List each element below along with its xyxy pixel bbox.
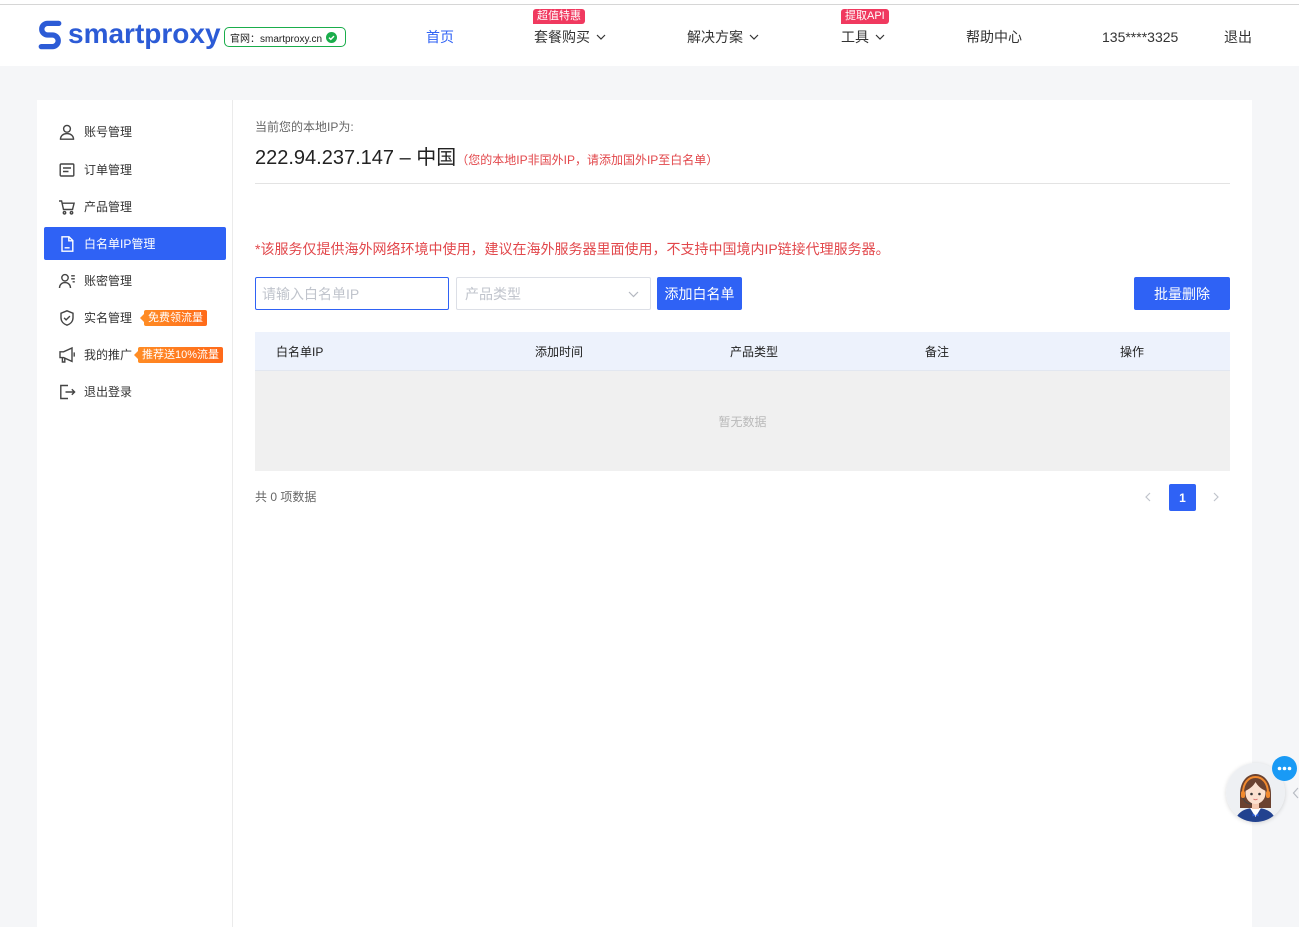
sidebar-item-whitelist-ip[interactable]: 白名单IP管理 [44, 227, 226, 260]
nav-label: 帮助中心 [966, 29, 1022, 45]
chat-panel-toggle[interactable] [1292, 787, 1299, 799]
local-ip-label: 当前您的本地IP为: [255, 120, 354, 134]
chevron-down-icon [875, 34, 885, 40]
order-icon [58, 161, 76, 179]
sidebar-item-label: 我的推广 [84, 348, 133, 362]
main-panel: 账号管理 订单管理 产品管理 白名单IP管理 账密管理 实名管理 免费领流量 我… [37, 100, 1252, 927]
cart-icon [58, 198, 76, 216]
product-type-select[interactable]: 产品类型 [456, 277, 651, 310]
chevron-right-icon [1213, 492, 1219, 502]
pagination-prev[interactable] [1142, 491, 1154, 503]
product-type-placeholder: 产品类型 [465, 285, 521, 302]
verified-check-icon [326, 31, 338, 43]
document-icon [58, 235, 76, 253]
local-ip-row: 222.94.237.147 – 中国 （您的本地IP非国外IP，请添加国外IP… [255, 146, 718, 170]
user-icon [58, 123, 76, 141]
sidebar-item-account[interactable]: 账号管理 [44, 115, 226, 148]
nav-label: 首页 [426, 29, 454, 45]
logout-link[interactable]: 退出 [1224, 27, 1252, 47]
smartproxy-logo[interactable]: smartproxy [36, 18, 221, 50]
whitelist-table: 白名单IP 添加时间 产品类型 备注 操作 暂无数据 [255, 332, 1230, 471]
nav-solutions[interactable]: 解决方案 [687, 27, 759, 47]
nav-label: 套餐购买 [534, 29, 590, 45]
sidebar-item-label: 白名单IP管理 [84, 237, 156, 251]
nav-packages[interactable]: 套餐购买 [534, 27, 606, 47]
nav-badge-api: 提取API [841, 9, 889, 24]
sidebar-item-label: 账号管理 [84, 125, 133, 139]
pagination-next[interactable] [1210, 491, 1222, 503]
sidebar-item-label: 退出登录 [84, 385, 133, 399]
column-header-ip: 白名单IP [276, 344, 324, 359]
megaphone-icon [58, 346, 76, 364]
sidebar-item-label: 账密管理 [84, 274, 133, 288]
nav-label: 工具 [841, 29, 869, 45]
sidebar-item-label: 订单管理 [84, 163, 133, 177]
empty-text: 暂无数据 [718, 414, 767, 429]
column-header-remark: 备注 [925, 344, 950, 359]
sidebar-item-label: 产品管理 [84, 200, 133, 214]
nav-tools[interactable]: 工具 [841, 27, 885, 47]
user-phone-text: 135****3325 [1102, 29, 1179, 45]
local-ip-note: （您的本地IP非国外IP，请添加国外IP至白名单） [456, 153, 719, 167]
chat-bubble-icon[interactable] [1272, 756, 1297, 781]
user-list-icon [58, 272, 76, 290]
official-site-text: 官网：smartproxy.cn [230, 33, 323, 45]
add-whitelist-button[interactable]: 添加白名单 [657, 277, 742, 310]
divider [255, 183, 1230, 184]
sidebar-item-promotion[interactable]: 我的推广 推荐送10%流量 [44, 338, 226, 371]
column-header-actions: 操作 [1120, 344, 1145, 359]
official-site-badge[interactable]: 官网：smartproxy.cn [224, 27, 346, 47]
chevron-down-icon [628, 291, 639, 298]
user-phone[interactable]: 135****3325 [1102, 27, 1178, 47]
referral-bonus-badge: 推荐送10%流量 [133, 346, 224, 363]
smartproxy-s-icon [38, 20, 62, 49]
sidebar-item-sign-out[interactable]: 退出登录 [44, 375, 226, 408]
sidebar-item-orders[interactable]: 订单管理 [44, 153, 226, 186]
whitelist-ip-input[interactable] [255, 277, 449, 310]
sidebar: 账号管理 订单管理 产品管理 白名单IP管理 账密管理 实名管理 免费领流量 我… [37, 100, 233, 927]
total-count: 共 0 项数据 [255, 490, 317, 504]
nav-badge-deal: 超值特惠 [533, 9, 585, 24]
logo-text: smartproxy [68, 18, 221, 49]
logout-text: 退出 [1224, 29, 1252, 45]
chevron-left-icon [1292, 787, 1299, 799]
logout-icon [58, 383, 76, 401]
local-ip-value: 222.94.237.147 – 中国 [255, 147, 457, 169]
sidebar-item-credentials[interactable]: 账密管理 [44, 264, 226, 297]
service-warning: *该服务仅提供海外网络环境中使用，建议在海外服务器里面使用，不支持中国境内IP链… [255, 241, 890, 257]
chevron-down-icon [749, 34, 759, 40]
sidebar-item-verification[interactable]: 实名管理 免费领流量 [44, 301, 226, 334]
sidebar-item-label: 实名管理 [84, 311, 133, 325]
table-header: 白名单IP 添加时间 产品类型 备注 操作 [255, 332, 1230, 371]
nav-help-center[interactable]: 帮助中心 [966, 27, 1022, 47]
column-header-product-type: 产品类型 [730, 344, 779, 359]
free-traffic-badge: 免费领流量 [140, 309, 207, 326]
chevron-down-icon [596, 34, 606, 40]
top-navigation-bar: smartproxy 官网：smartproxy.cn 首页 超值特惠 套餐购买… [0, 4, 1299, 66]
sidebar-item-products[interactable]: 产品管理 [44, 190, 226, 223]
shield-check-icon [58, 309, 76, 327]
nav-home[interactable]: 首页 [426, 27, 454, 47]
table-empty-state: 暂无数据 [255, 371, 1230, 471]
batch-delete-button[interactable]: 批量删除 [1134, 277, 1230, 310]
pagination-page-current[interactable]: 1 [1169, 484, 1196, 511]
chevron-left-icon [1145, 492, 1151, 502]
column-header-added-time: 添加时间 [535, 344, 584, 359]
nav-label: 解决方案 [687, 29, 743, 45]
